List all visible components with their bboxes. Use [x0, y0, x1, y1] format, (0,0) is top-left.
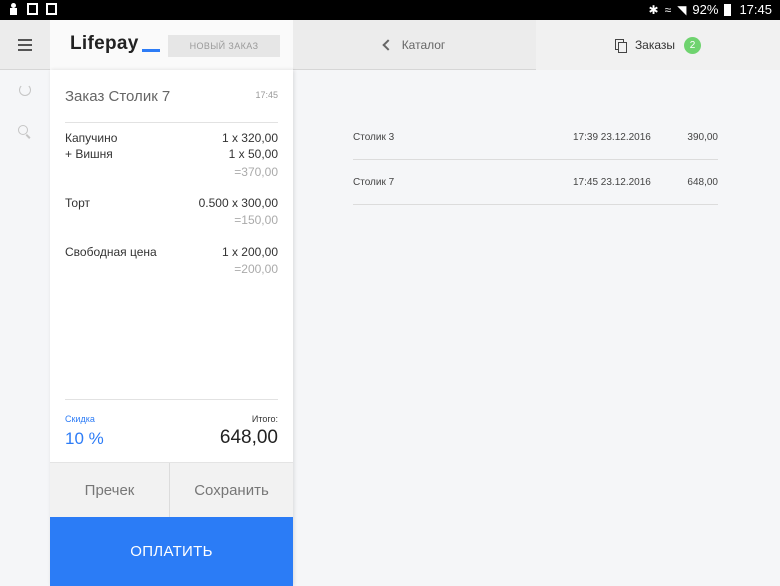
mail-icon: [46, 3, 57, 15]
order-row-amount: 648,00: [687, 177, 718, 188]
order-item[interactable]: Капучино 1 x 320,00 + Вишня 1 x 50,00 =3…: [65, 131, 278, 181]
divider: [65, 399, 278, 400]
discount-value[interactable]: 10 %: [65, 429, 104, 449]
catalog-button[interactable]: Каталог: [293, 20, 536, 70]
refresh-icon[interactable]: [19, 84, 31, 96]
brand-logo: Lifepay: [70, 33, 160, 55]
order-title: Заказ Столик 7: [65, 88, 171, 105]
item-qty: 1 x 320,00: [221, 131, 278, 145]
bluetooth-icon: ✱: [648, 2, 659, 17]
clock: 17:45: [739, 2, 772, 17]
side-rail: [0, 70, 50, 586]
menu-button[interactable]: [0, 20, 50, 70]
item-sum: =150,00: [234, 213, 278, 227]
order-row-table: Столик 3: [353, 132, 395, 143]
orders-label: Заказы: [634, 38, 676, 52]
orders-count-badge: 2: [684, 36, 702, 54]
divider: [65, 122, 278, 123]
order-row-datetime: 17:45 23.12.2016: [573, 177, 651, 188]
orders-icon: [614, 39, 627, 53]
order-item[interactable]: Свободная цена 1 x 200,00 =200,00: [65, 245, 278, 277]
wifi-icon: ≈: [664, 2, 672, 17]
item-name: Свободная цена: [65, 245, 157, 259]
order-panel: Заказ Столик 7 17:45 Капучино 1 x 320,00…: [50, 70, 293, 586]
order-item[interactable]: Торт 0.500 x 300,00 =150,00: [65, 196, 278, 228]
item-qty: 0.500 x 300,00: [198, 196, 278, 210]
tab-orders[interactable]: Заказы 2: [536, 20, 780, 70]
item-name: Торт: [65, 196, 90, 210]
battery-percent: 92%: [692, 2, 719, 17]
precheck-button[interactable]: Пречек: [50, 463, 170, 518]
signal-icon: ◥: [677, 2, 687, 17]
item-name: Капучино: [65, 131, 118, 145]
item-qty: 1 x 200,00: [221, 245, 278, 259]
order-actions: Пречек Сохранить: [50, 462, 293, 518]
order-row-amount: 390,00: [687, 132, 718, 143]
screenshot-icon: [27, 3, 38, 15]
item-modifier-name: + Вишня: [65, 147, 113, 161]
order-time: 17:45: [255, 90, 278, 100]
save-button[interactable]: Сохранить: [170, 463, 293, 518]
order-row-table: Столик 7: [353, 177, 395, 188]
total-value: 648,00: [219, 427, 278, 448]
order-row[interactable]: Столик 3 17:39 23.12.2016 390,00: [353, 115, 718, 160]
item-modifier-qty: 1 x 50,00: [228, 147, 278, 161]
order-row[interactable]: Столик 7 17:45 23.12.2016 648,00: [353, 160, 718, 205]
total-label: Итого:: [251, 414, 278, 424]
pay-button[interactable]: ОПЛАТИТЬ: [50, 517, 293, 586]
hamburger-icon: [18, 39, 32, 51]
item-sum: =370,00: [234, 165, 278, 179]
order-row-datetime: 17:39 23.12.2016: [573, 132, 651, 143]
search-icon[interactable]: [18, 125, 28, 135]
notification-icons: [8, 3, 57, 15]
item-sum: =200,00: [234, 262, 278, 276]
person-icon: [8, 3, 19, 15]
battery-icon: [724, 3, 732, 16]
catalog-label: Каталог: [401, 38, 446, 52]
discount-label[interactable]: Скидка: [65, 414, 95, 424]
system-icons: ✱ ≈ ◥ 92% 17:45: [649, 2, 772, 17]
new-order-button[interactable]: НОВЫЙ ЗАКАЗ: [168, 35, 280, 57]
status-bar: ✱ ≈ ◥ 92% 17:45: [0, 0, 780, 20]
app-header: Lifepay НОВЫЙ ЗАКАЗ Каталог Заказы 2: [0, 20, 780, 70]
brand-area: Lifepay НОВЫЙ ЗАКАЗ: [50, 20, 293, 70]
chevron-left-icon: [382, 39, 394, 51]
